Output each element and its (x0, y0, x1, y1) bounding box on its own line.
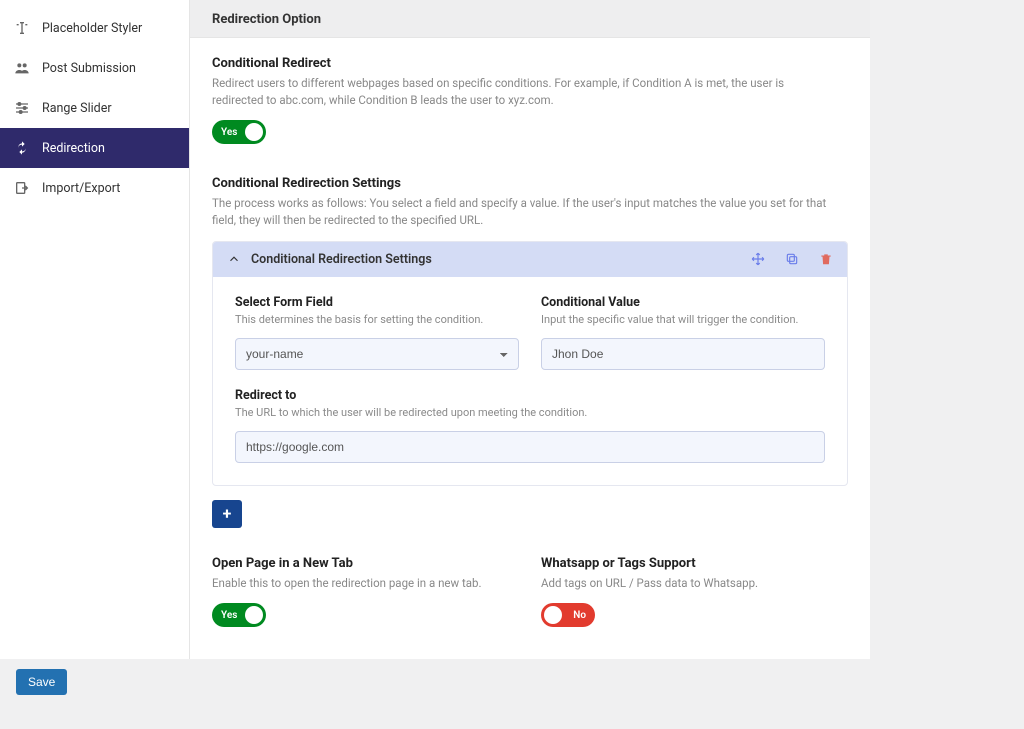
chevron-up-icon (227, 252, 241, 266)
new-tab-desc: Enable this to open the redirection page… (212, 575, 519, 592)
select-form-field[interactable]: your-name (235, 338, 519, 370)
toggle-knob (544, 606, 562, 624)
conditional-redirect-desc: Redirect users to different webpages bas… (212, 75, 832, 108)
sidebar-item-label: Redirection (42, 141, 105, 156)
sidebar-item-redirection[interactable]: Redirection (0, 128, 189, 168)
whatsapp-desc: Add tags on URL / Pass data to Whatsapp. (541, 575, 848, 592)
main-panel: Redirection Option Conditional Redirect … (190, 0, 870, 659)
sidebar-item-label: Placeholder Styler (42, 21, 142, 36)
toggle-knob (245, 123, 263, 141)
condition-panel-header[interactable]: Conditional Redirection Settings (213, 242, 847, 277)
sidebar-item-range-slider[interactable]: Range Slider (0, 88, 189, 128)
page-title: Redirection Option (212, 12, 848, 27)
conditional-value-label: Conditional Value (541, 295, 825, 310)
whatsapp-title: Whatsapp or Tags Support (541, 556, 848, 571)
conditional-redirect-block: Conditional Redirect Redirect users to d… (212, 56, 848, 148)
conditional-redirect-title: Conditional Redirect (212, 56, 848, 71)
sidebar-item-label: Range Slider (42, 101, 112, 116)
condition-panel: Conditional Redirection Settings (212, 241, 848, 486)
toggle-label: Yes (221, 127, 237, 138)
sidebar-item-placeholder-styler[interactable]: Placeholder Styler (0, 8, 189, 48)
select-field-desc: This determines the basis for setting th… (235, 313, 519, 326)
users-icon (14, 60, 30, 76)
select-field-label: Select Form Field (235, 295, 519, 310)
text-cursor-icon (14, 20, 30, 36)
condition-panel-title: Conditional Redirection Settings (251, 252, 432, 267)
import-export-icon (14, 180, 30, 196)
content: Conditional Redirect Redirect users to d… (190, 38, 870, 659)
toggle-label: Yes (221, 610, 237, 621)
whatsapp-toggle[interactable]: No (541, 603, 595, 627)
sliders-icon (14, 100, 30, 116)
new-tab-toggle[interactable]: Yes (212, 603, 266, 627)
conditional-settings-title: Conditional Redirection Settings (212, 176, 848, 191)
save-button[interactable]: Save (16, 669, 67, 695)
conditional-redirect-toggle[interactable]: Yes (212, 120, 266, 144)
main-header: Redirection Option (190, 0, 870, 38)
toggle-knob (245, 606, 263, 624)
plus-icon: + (223, 504, 232, 523)
sidebar-item-label: Import/Export (42, 181, 120, 196)
conditional-value-desc: Input the specific value that will trigg… (541, 313, 825, 326)
sidebar: Placeholder Styler Post Submission Range… (0, 0, 190, 659)
whatsapp-block: Whatsapp or Tags Support Add tags on URL… (541, 556, 848, 632)
conditional-settings-desc: The process works as follows: You select… (212, 195, 832, 228)
toggle-label: No (573, 610, 586, 621)
add-condition-button[interactable]: + (212, 500, 242, 528)
copy-icon[interactable] (785, 252, 799, 266)
sidebar-item-label: Post Submission (42, 61, 136, 76)
redirect-icon (14, 140, 30, 156)
bottom-options: Open Page in a New Tab Enable this to op… (212, 556, 848, 632)
redirect-to-label: Redirect to (235, 388, 825, 403)
new-tab-block: Open Page in a New Tab Enable this to op… (212, 556, 519, 632)
redirect-to-desc: The URL to which the user will be redire… (235, 406, 825, 419)
redirect-to-input[interactable] (235, 431, 825, 463)
new-tab-title: Open Page in a New Tab (212, 556, 519, 571)
conditional-value-input[interactable] (541, 338, 825, 370)
sidebar-item-import-export[interactable]: Import/Export (0, 168, 189, 208)
save-bar: Save (0, 659, 870, 709)
sidebar-item-post-submission[interactable]: Post Submission (0, 48, 189, 88)
condition-panel-body: Select Form Field This determines the ba… (213, 277, 847, 485)
conditional-settings-block: Conditional Redirection Settings The pro… (212, 176, 848, 527)
move-icon[interactable] (751, 252, 765, 266)
trash-icon[interactable] (819, 252, 833, 266)
